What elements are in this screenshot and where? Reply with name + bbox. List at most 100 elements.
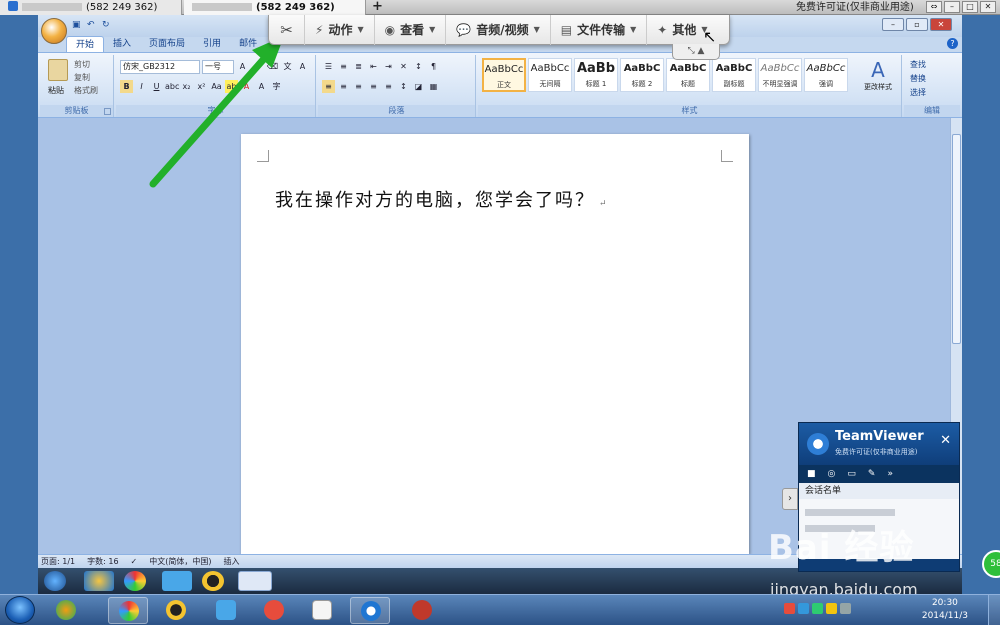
show-marks-icon[interactable]: ¶ xyxy=(427,60,440,73)
bold-icon[interactable]: B xyxy=(120,80,133,93)
find-button[interactable]: 查找 xyxy=(910,58,926,72)
end-session-icon[interactable]: ✂ xyxy=(269,14,305,45)
font-color-icon[interactable]: A xyxy=(240,80,253,93)
word-taskbar-icon[interactable] xyxy=(238,571,272,591)
clock[interactable]: 20:30 2014/11/3 xyxy=(922,597,968,623)
taskbar-app[interactable] xyxy=(254,597,294,624)
maximize-button[interactable]: □ xyxy=(962,1,978,13)
undo-icon[interactable]: ↶ xyxy=(87,19,99,31)
language-status[interactable]: 中文(简体，中国) xyxy=(149,555,211,568)
tab-references[interactable]: 引用 xyxy=(194,36,230,52)
align-center-icon[interactable]: ≡ xyxy=(337,80,350,93)
char-border-icon[interactable]: A xyxy=(296,60,309,73)
whiteboard-icon[interactable]: ✎ xyxy=(868,469,876,479)
close-button[interactable]: ✕ xyxy=(980,1,996,13)
style-tile[interactable]: AaBbCc 正文 xyxy=(482,58,526,92)
align-left-icon[interactable]: ≡ xyxy=(322,80,335,93)
bullets-icon[interactable]: ☰ xyxy=(322,60,335,73)
help-tray-icon[interactable] xyxy=(798,603,809,614)
justify-icon[interactable]: ≡ xyxy=(367,80,380,93)
ie-icon[interactable] xyxy=(84,571,114,591)
dialog-launcher-icon[interactable] xyxy=(104,108,111,115)
redo-icon[interactable]: ↻ xyxy=(102,19,114,31)
font-name-select[interactable]: 仿宋_GB2312 xyxy=(120,60,200,74)
qq-icon[interactable] xyxy=(202,571,224,591)
volume-icon[interactable] xyxy=(840,603,851,614)
video-icon[interactable]: ■ xyxy=(807,469,816,479)
shading-icon[interactable]: ◪ xyxy=(412,80,425,93)
audio-video-menu[interactable]: 💬 音频/视频 ▼ xyxy=(446,14,551,45)
highlight-icon[interactable]: ab xyxy=(225,80,238,93)
grow-font-icon[interactable]: A xyxy=(236,60,249,73)
fullscreen-button[interactable]: ⇔ xyxy=(926,1,942,13)
page-count[interactable]: 页面: 1/1 xyxy=(41,555,75,568)
save-icon[interactable]: ▣ xyxy=(72,19,84,31)
more-icon[interactable]: » xyxy=(887,469,893,479)
new-session-button[interactable]: + xyxy=(372,0,383,14)
word-count[interactable]: 字数: 16 xyxy=(87,555,118,568)
style-tile[interactable]: AaBbCc 不明显强调 xyxy=(758,58,802,92)
security-icon[interactable] xyxy=(826,603,837,614)
word-minimize-button[interactable]: – xyxy=(882,18,904,31)
panel-close-icon[interactable]: ✕ xyxy=(940,433,951,448)
session-tab-2[interactable]: (582 249 362) xyxy=(184,0,366,15)
notification-badge[interactable]: 58 xyxy=(982,550,1000,578)
network-icon[interactable] xyxy=(812,603,823,614)
show-desktop-button[interactable] xyxy=(988,595,1000,625)
remote-start-icon[interactable] xyxy=(44,571,66,591)
taskbar-app[interactable] xyxy=(46,597,86,624)
document-page[interactable]: 我在操作对方的电脑，您学会了吗？ ↵ xyxy=(241,134,749,554)
borders-icon[interactable]: ▦ xyxy=(427,80,440,93)
taskbar-app[interactable] xyxy=(108,597,148,624)
sort-icon[interactable]: ↕ xyxy=(412,60,425,73)
taskbar-app[interactable] xyxy=(350,597,390,624)
paste-icon[interactable] xyxy=(48,59,68,81)
char-shading-icon[interactable]: A xyxy=(255,80,268,93)
media-icon[interactable] xyxy=(124,571,146,591)
line-spacing-icon[interactable]: ↕ xyxy=(397,80,410,93)
session-tab-1[interactable]: (582 249 362) xyxy=(0,0,182,15)
replace-button[interactable]: 替换 xyxy=(910,72,926,86)
increase-indent-icon[interactable]: ⇥ xyxy=(382,60,395,73)
change-styles-button[interactable]: A 更改样式 xyxy=(860,58,896,92)
office-button[interactable] xyxy=(41,18,67,44)
taskbar-app[interactable] xyxy=(402,597,442,624)
chat-icon[interactable]: ▭ xyxy=(847,469,856,479)
style-tile[interactable]: AaBbC 标题 2 xyxy=(620,58,664,92)
note-icon[interactable] xyxy=(162,571,192,591)
shrink-font-icon[interactable]: a xyxy=(251,60,264,73)
style-tile[interactable]: AaBbCc 强调 xyxy=(804,58,848,92)
tab-mailings[interactable]: 邮件 xyxy=(230,36,266,52)
tab-home[interactable]: 开始 xyxy=(66,36,105,52)
file-transfer-menu[interactable]: ▤ 文件传输 ▼ xyxy=(551,14,648,45)
strikethrough-icon[interactable]: abc xyxy=(165,80,179,93)
clear-format-icon[interactable]: ⌫ xyxy=(266,60,279,73)
actions-menu[interactable]: ⚡ 动作 ▼ xyxy=(305,14,375,45)
underline-icon[interactable]: U xyxy=(150,80,163,93)
toolbar-collapse-tab[interactable]: ⤡ ▲ xyxy=(672,44,720,60)
multilevel-icon[interactable]: ≣ xyxy=(352,60,365,73)
taskbar-app[interactable] xyxy=(206,597,246,624)
cut-button[interactable]: 剪切 xyxy=(74,58,98,71)
font-size-select[interactable]: 一号 xyxy=(202,60,234,74)
numbering-icon[interactable]: ≡ xyxy=(337,60,350,73)
style-tile[interactable]: AaBbC 标题 xyxy=(666,58,710,92)
paste-button[interactable]: 粘贴 xyxy=(48,85,64,96)
word-restore-button[interactable]: ▫ xyxy=(906,18,928,31)
proofing-icon[interactable]: ✓ xyxy=(131,555,138,568)
copy-button[interactable]: 复制 xyxy=(74,71,98,84)
tab-insert[interactable]: 插入 xyxy=(104,36,140,52)
panel-expand-button[interactable]: › xyxy=(782,488,798,510)
headset-icon[interactable]: ◎ xyxy=(828,469,836,479)
word-close-button[interactable]: ✕ xyxy=(930,18,952,31)
select-button[interactable]: 选择 xyxy=(910,86,926,100)
taskbar-app[interactable] xyxy=(156,597,196,624)
superscript-icon[interactable]: x² xyxy=(195,80,208,93)
insert-mode[interactable]: 插入 xyxy=(224,555,240,568)
start-button[interactable] xyxy=(5,596,35,624)
style-tile[interactable]: AaBbC 副标题 xyxy=(712,58,756,92)
scroll-thumb[interactable] xyxy=(952,134,961,344)
help-icon[interactable]: ? xyxy=(947,38,958,49)
document-body-text[interactable]: 我在操作对方的电脑，您学会了吗？ ↵ xyxy=(275,186,609,212)
minimize-button[interactable]: – xyxy=(944,1,960,13)
